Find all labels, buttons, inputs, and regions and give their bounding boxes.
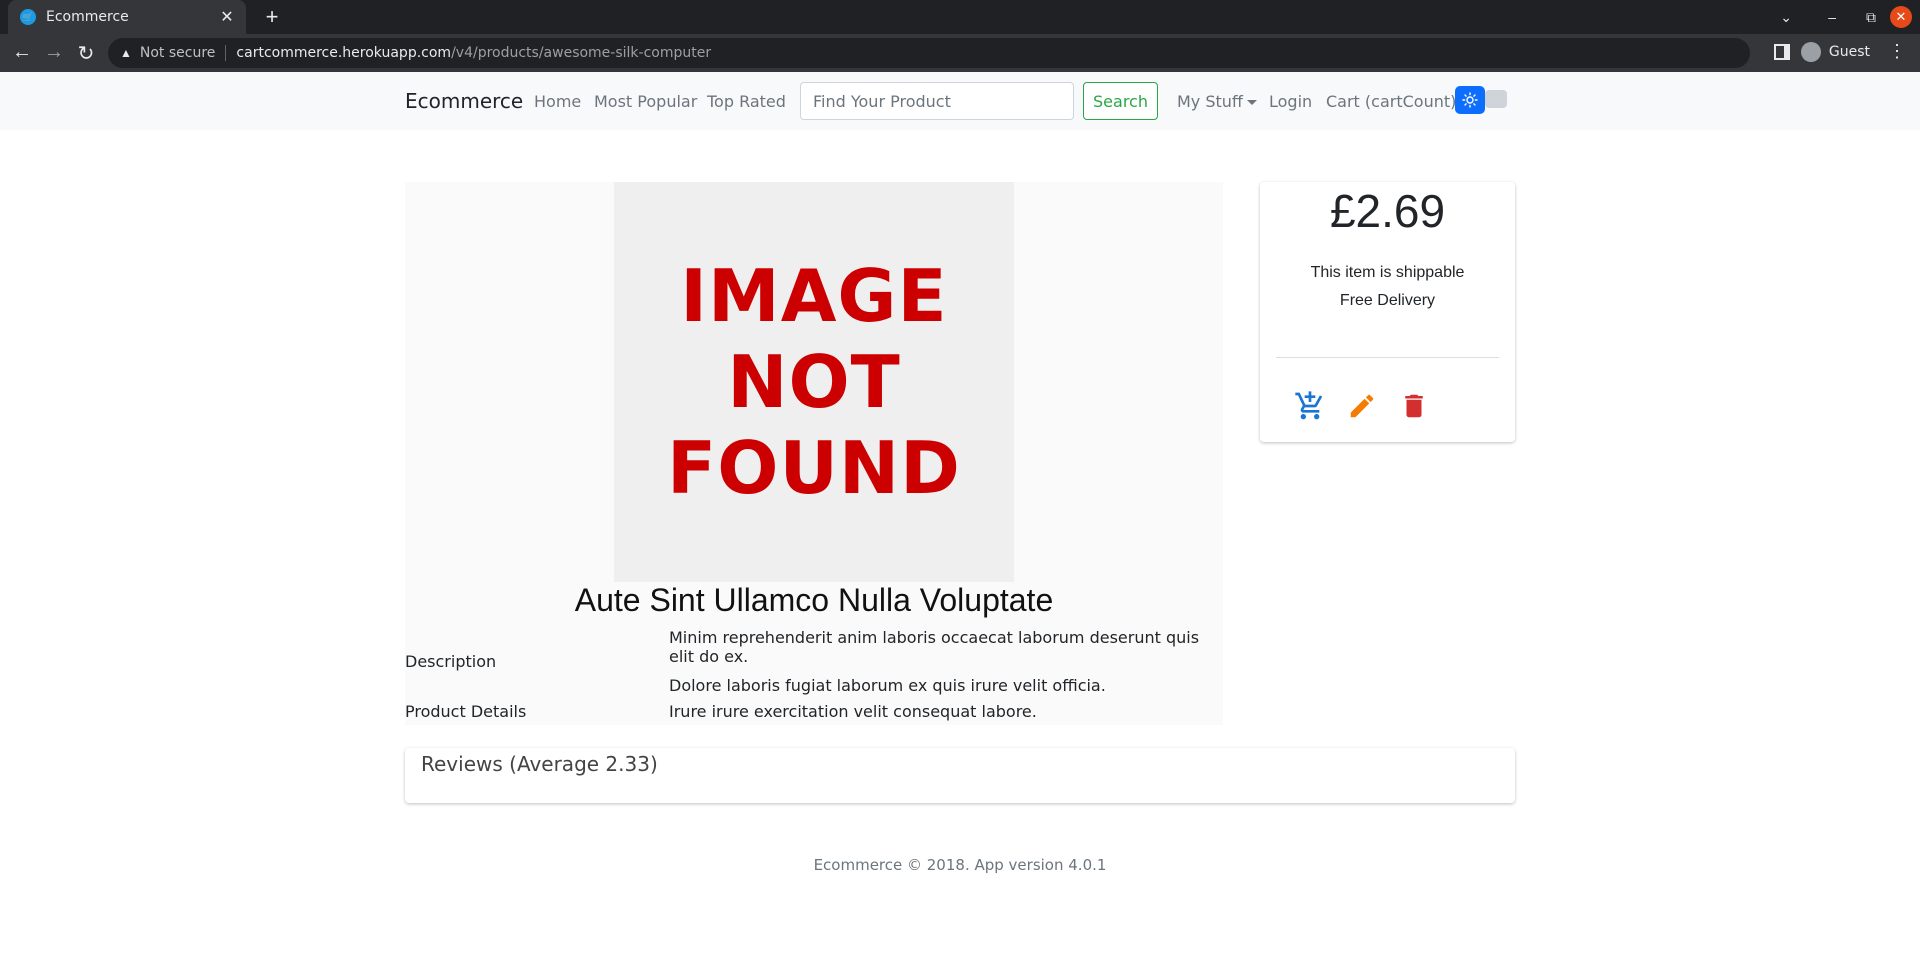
image-text-line: IMAGE <box>680 254 948 338</box>
product-panel: IMAGE NOT FOUND Aute Sint Ullamco Nulla … <box>405 182 1223 725</box>
avatar-icon <box>1800 42 1821 62</box>
my-stuff-dropdown[interactable]: My Stuff <box>1177 92 1257 111</box>
shippable-text: This item is shippable <box>1310 264 1465 281</box>
card-divider <box>1276 357 1499 358</box>
cart-favicon-icon: 🛒 <box>20 9 36 25</box>
delete-trash-icon[interactable] <box>1396 388 1432 424</box>
profile-name: Guest <box>1828 44 1870 60</box>
browser-tab-bar: 🛒 Ecommerce ✕ + ⌄ – ⧉ ✕ <box>0 0 1920 34</box>
price-card: £2.69 This item is shippable Free Delive… <box>1260 182 1515 442</box>
reviews-card: Reviews (Average 2.33) <box>405 748 1515 803</box>
footer-text: Ecommerce © 2018. App version 4.0.1 <box>813 856 1107 874</box>
product-title: Aute Sint Ullamco Nulla Voluptate <box>574 582 1054 618</box>
tab-search-icon[interactable]: ⌄ <box>1780 0 1792 34</box>
description-label: Description <box>405 652 497 671</box>
not-secure-label: Not secure <box>139 45 216 61</box>
reviews-title: Reviews (Average 2.33) <box>421 752 658 776</box>
product-details-label: Product Details <box>405 702 527 721</box>
toggle-track <box>1485 90 1507 108</box>
edit-pencil-icon[interactable] <box>1344 388 1380 424</box>
product-details-value: Irure irure exercitation velit consequat… <box>669 702 1037 721</box>
add-to-cart-icon[interactable] <box>1292 388 1328 424</box>
profile-button[interactable]: Guest <box>1800 42 1870 62</box>
new-tab-icon[interactable]: + <box>260 4 284 30</box>
window-close-icon[interactable]: ✕ <box>1890 6 1912 28</box>
tab-title: Ecommerce <box>46 9 129 25</box>
sun-icon <box>1455 86 1485 114</box>
reload-icon[interactable]: ↻ <box>70 41 102 66</box>
nav-most-popular[interactable]: Most Popular <box>594 92 697 111</box>
back-icon[interactable]: ← <box>6 41 38 64</box>
menu-kebab-icon[interactable]: ⋮ <box>1888 41 1906 62</box>
forward-icon[interactable]: → <box>38 41 70 64</box>
image-text-line: FOUND <box>667 426 961 510</box>
url-omnibox[interactable]: ▲ Not secure cartcommerce.herokuapp.com … <box>108 38 1750 68</box>
search-input[interactable] <box>800 82 1074 120</box>
search-button[interactable]: Search <box>1083 82 1158 120</box>
image-text-line: NOT <box>727 340 901 424</box>
minimize-icon[interactable]: – <box>1828 0 1836 34</box>
omnibox-separator <box>225 45 227 61</box>
description-line: Dolore laboris fugiat laborum ex quis ir… <box>669 676 1106 695</box>
close-tab-icon[interactable]: ✕ <box>218 7 236 27</box>
theme-toggle[interactable] <box>1455 86 1509 114</box>
nav-home[interactable]: Home <box>534 92 581 111</box>
brand-link[interactable]: Ecommerce <box>405 89 523 113</box>
restore-icon[interactable]: ⧉ <box>1866 0 1876 34</box>
url-host: cartcommerce.herokuapp.com <box>236 45 452 61</box>
browser-tab[interactable]: 🛒 Ecommerce ✕ <box>8 0 246 34</box>
caret-down-icon <box>1246 100 1257 105</box>
url-path: /v4/products/awesome-silk-computer <box>451 45 712 61</box>
address-bar: ← → ↻ ▲ Not secure cartcommerce.herokuap… <box>0 34 1920 72</box>
nav-login[interactable]: Login <box>1269 92 1312 111</box>
side-panel-icon[interactable] <box>1774 44 1790 60</box>
nav-top-rated[interactable]: Top Rated <box>707 92 786 111</box>
warning-icon: ▲ <box>120 46 132 60</box>
product-image: IMAGE NOT FOUND <box>614 182 1014 582</box>
nav-cart[interactable]: Cart (cartCount) <box>1326 92 1456 111</box>
product-price: £2.69 <box>1329 185 1446 237</box>
my-stuff-label: My Stuff <box>1177 92 1243 111</box>
site-navbar: Ecommerce Home Most Popular Top Rated Se… <box>0 72 1920 130</box>
description-line: Minim reprehenderit anim laboris occaeca… <box>669 628 1200 666</box>
delivery-text: Free Delivery <box>1339 292 1436 309</box>
